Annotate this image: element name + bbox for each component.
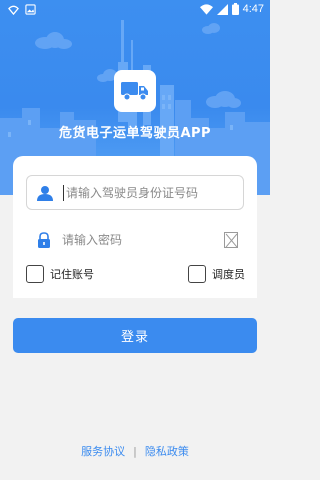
remember-account-option[interactable]: 记住账号 xyxy=(26,265,94,283)
dispatcher-checkbox[interactable] xyxy=(188,265,206,283)
dispatcher-option[interactable]: 调度员 xyxy=(188,265,245,283)
footer-separator: | xyxy=(133,444,137,458)
truck-icon xyxy=(121,82,148,101)
login-card: 记住账号 调度员 xyxy=(13,156,257,298)
footer-links: 服务协议 | 隐私政策 xyxy=(0,443,270,459)
battery-icon xyxy=(231,3,239,15)
status-bar: 4:47 xyxy=(0,0,270,20)
service-agreement-link[interactable]: 服务协议 xyxy=(81,443,125,459)
password-input[interactable] xyxy=(62,224,224,255)
remember-account-label: 记住账号 xyxy=(50,268,94,281)
status-time: 4:47 xyxy=(242,3,264,15)
login-button[interactable]: 登录 xyxy=(13,318,257,353)
wifi-signal-icon xyxy=(199,3,213,15)
app-logo xyxy=(114,70,156,112)
text-cursor xyxy=(63,184,64,201)
id-number-input[interactable] xyxy=(66,177,243,208)
id-number-field[interactable] xyxy=(26,175,244,210)
remember-account-checkbox[interactable] xyxy=(26,265,44,283)
cellular-signal-icon xyxy=(216,3,228,15)
privacy-policy-link[interactable]: 隐私政策 xyxy=(145,443,189,459)
lock-icon xyxy=(26,222,62,257)
wifi-icon xyxy=(8,5,19,15)
image-icon xyxy=(25,4,36,15)
visibility-toggle-icon[interactable] xyxy=(224,231,238,248)
app-title: 危货电子运单驾驶员APP xyxy=(58,126,212,141)
user-icon xyxy=(27,175,63,210)
password-field[interactable] xyxy=(26,222,244,257)
dispatcher-label: 调度员 xyxy=(212,268,245,281)
